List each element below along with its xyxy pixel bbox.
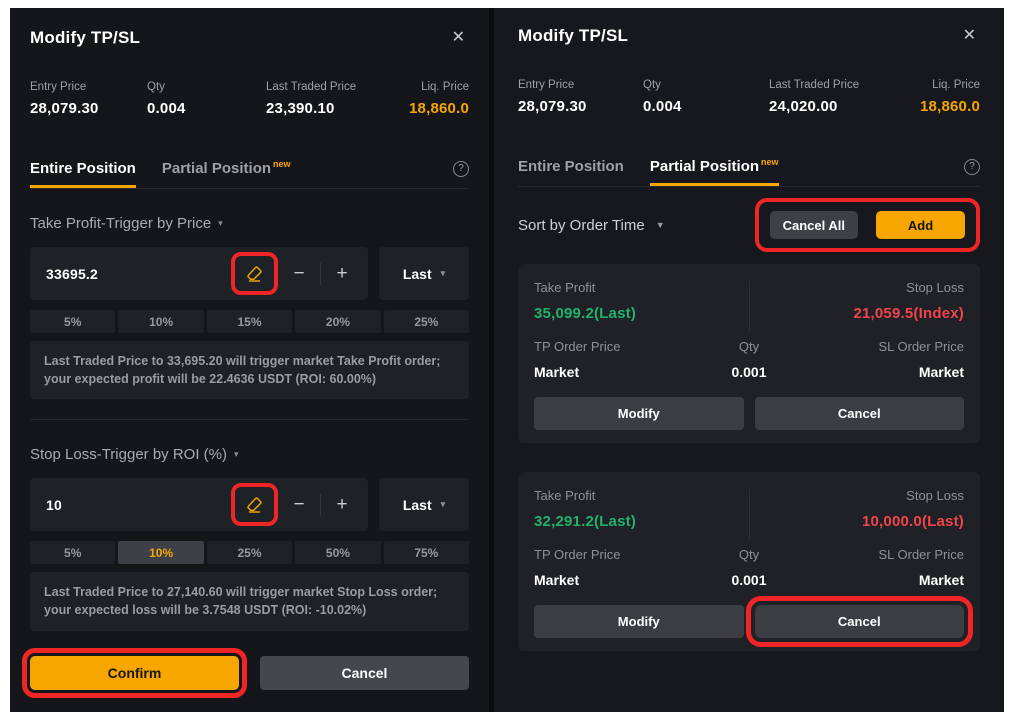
tab-partial-position[interactable]: Partial Positionnew bbox=[162, 159, 291, 188]
modify-tpsl-dialog-partial: Modify TP/SL ✕ Entry Price 28,079.30 Qty… bbox=[494, 8, 1004, 712]
take-profit-price-input[interactable] bbox=[46, 266, 222, 282]
stat-last-traded-price: Last Traded Price 23,390.10 bbox=[266, 81, 409, 117]
sl-percent-75[interactable]: 75% bbox=[384, 541, 469, 564]
close-icon[interactable]: ✕ bbox=[448, 28, 469, 48]
sort-by-order-time-dropdown[interactable]: Sort by Order Time ▼ bbox=[518, 217, 665, 234]
position-stats: Entry Price 28,079.30 Qty 0.004 Last Tra… bbox=[518, 79, 980, 115]
tp-percent-10[interactable]: 10% bbox=[118, 310, 203, 333]
tp-order-price-block: TP Order Price Market bbox=[534, 547, 676, 588]
stop-loss-section-title[interactable]: Stop Loss-Trigger by ROI (%) ▾ bbox=[30, 446, 469, 463]
stepper-divider bbox=[320, 263, 321, 285]
trigger-price-type-select-sl[interactable]: Last ▾ bbox=[379, 478, 469, 531]
sl-percent-5[interactable]: 5% bbox=[30, 541, 115, 564]
take-profit-block: Take Profit 35,099.2(Last) bbox=[534, 280, 636, 322]
position-tabs: Entire Position Partial Positionnew ? bbox=[30, 159, 469, 189]
chevron-down-icon: ▾ bbox=[441, 268, 446, 279]
stop-loss-block: Stop Loss 21,059.5(Index) bbox=[853, 280, 964, 322]
chevron-down-icon: ▾ bbox=[234, 449, 239, 460]
tp-percent-25[interactable]: 25% bbox=[384, 310, 469, 333]
sl-order-price-block: SL Order Price Market bbox=[822, 547, 964, 588]
decrement-button[interactable]: − bbox=[287, 264, 311, 283]
modify-order-button[interactable]: Modify bbox=[534, 605, 744, 638]
sl-percent-10-selected[interactable]: 10% bbox=[118, 541, 203, 564]
cancel-button[interactable]: Cancel bbox=[260, 656, 469, 690]
tp-percent-20[interactable]: 20% bbox=[295, 310, 380, 333]
new-badge: new bbox=[273, 159, 291, 169]
annotation-box-actions: Cancel All Add bbox=[755, 198, 980, 252]
qty-block: Qty 0.001 bbox=[678, 339, 820, 380]
dialog-title: Modify TP/SL bbox=[518, 26, 628, 46]
stat-entry-price: Entry Price 28,079.30 bbox=[518, 79, 643, 115]
stop-loss-trigger-value: 10,000.0(Last) bbox=[862, 513, 964, 530]
tab-entire-position[interactable]: Entire Position bbox=[30, 160, 136, 188]
take-profit-section-title[interactable]: Take Profit-Trigger by Price ▾ bbox=[30, 215, 469, 232]
eraser-icon[interactable] bbox=[245, 495, 264, 514]
stat-entry-price: Entry Price 28,079.30 bbox=[30, 81, 147, 117]
stat-qty: Qty 0.004 bbox=[147, 81, 266, 117]
tp-percent-presets: 5% 10% 15% 20% 25% bbox=[30, 310, 469, 333]
help-icon[interactable]: ? bbox=[453, 161, 469, 177]
sl-percent-presets: 5% 10% 25% 50% 75% bbox=[30, 541, 469, 564]
take-profit-trigger-value: 32,291.2(Last) bbox=[534, 513, 636, 530]
stop-loss-roi-field: − + bbox=[30, 478, 368, 531]
help-icon[interactable]: ? bbox=[964, 159, 980, 175]
dialog-title: Modify TP/SL bbox=[30, 28, 140, 48]
chevron-down-icon: ▾ bbox=[441, 499, 446, 510]
add-button[interactable]: Add bbox=[876, 211, 965, 239]
sl-percent-25[interactable]: 25% bbox=[207, 541, 292, 564]
card-divider bbox=[749, 281, 750, 331]
stat-liq-price: Liq. Price 18,860.0 bbox=[409, 81, 469, 117]
take-profit-price-field: − + bbox=[30, 247, 368, 300]
eraser-icon[interactable] bbox=[245, 264, 264, 283]
tp-percent-15[interactable]: 15% bbox=[207, 310, 292, 333]
stepper-divider bbox=[320, 494, 321, 516]
annotation-box-eraser-sl bbox=[231, 483, 278, 526]
tpsl-order-card-2: Take Profit 32,291.2(Last) Stop Loss 10,… bbox=[518, 472, 980, 651]
card-divider bbox=[749, 489, 750, 539]
stop-loss-trigger-value: 21,059.5(Index) bbox=[853, 305, 964, 322]
tab-partial-position[interactable]: Partial Positionnew bbox=[650, 157, 779, 186]
qty-block: Qty 0.001 bbox=[678, 547, 820, 588]
tpsl-order-card-1: Take Profit 35,099.2(Last) Stop Loss 21,… bbox=[518, 264, 980, 443]
stop-loss-note: Last Traded Price to 27,140.60 will trig… bbox=[30, 572, 469, 630]
cancel-order-button[interactable]: Cancel bbox=[755, 397, 965, 430]
stop-loss-block: Stop Loss 10,000.0(Last) bbox=[862, 488, 964, 530]
sl-order-price-block: SL Order Price Market bbox=[822, 339, 964, 380]
increment-button[interactable]: + bbox=[330, 495, 354, 514]
stop-loss-roi-input[interactable] bbox=[46, 497, 222, 513]
stat-liq-price: Liq. Price 18,860.0 bbox=[920, 79, 980, 115]
decrement-button[interactable]: − bbox=[287, 495, 311, 514]
take-profit-note: Last Traded Price to 33,695.20 will trig… bbox=[30, 341, 469, 399]
close-icon[interactable]: ✕ bbox=[959, 26, 980, 46]
confirm-button[interactable]: Confirm bbox=[30, 656, 239, 690]
annotation-box-eraser-tp bbox=[231, 252, 278, 295]
chevron-down-icon: ▾ bbox=[218, 218, 223, 229]
triangle-down-icon: ▼ bbox=[656, 220, 665, 230]
modify-order-button[interactable]: Modify bbox=[534, 397, 744, 430]
sl-percent-50[interactable]: 50% bbox=[295, 541, 380, 564]
cancel-all-button[interactable]: Cancel All bbox=[770, 211, 858, 239]
new-badge: new bbox=[761, 157, 779, 167]
tp-percent-5[interactable]: 5% bbox=[30, 310, 115, 333]
trigger-price-type-select-tp[interactable]: Last ▾ bbox=[379, 247, 469, 300]
position-tabs: Entire Position Partial Positionnew ? bbox=[518, 157, 980, 187]
modify-tpsl-dialog-entire: Modify TP/SL ✕ Entry Price 28,079.30 Qty… bbox=[10, 8, 489, 712]
take-profit-block: Take Profit 32,291.2(Last) bbox=[534, 488, 636, 530]
tab-entire-position[interactable]: Entire Position bbox=[518, 158, 624, 186]
stat-last-traded-price: Last Traded Price 24,020.00 bbox=[769, 79, 920, 115]
increment-button[interactable]: + bbox=[330, 264, 354, 283]
section-divider bbox=[30, 419, 469, 420]
cancel-order-button-annotated[interactable]: Cancel bbox=[755, 605, 965, 638]
take-profit-trigger-value: 35,099.2(Last) bbox=[534, 305, 636, 322]
stat-qty: Qty 0.004 bbox=[643, 79, 769, 115]
tp-order-price-block: TP Order Price Market bbox=[534, 339, 676, 380]
position-stats: Entry Price 28,079.30 Qty 0.004 Last Tra… bbox=[30, 81, 469, 117]
